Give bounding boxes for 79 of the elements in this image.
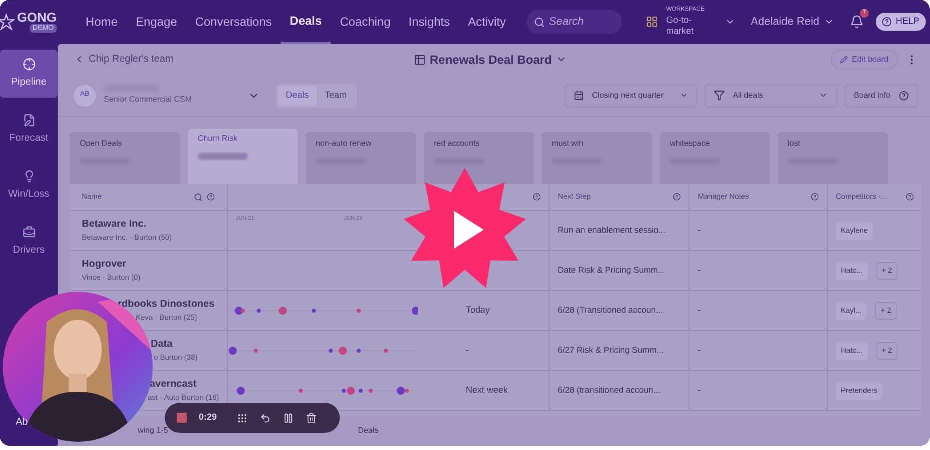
board-title: Renewals Deal Board <box>430 52 552 68</box>
board-card[interactable]: lost <box>778 132 888 184</box>
manager-note: - <box>698 304 701 317</box>
manager-note: - <box>698 264 701 277</box>
board-card[interactable]: must win <box>542 132 652 184</box>
help-icon <box>882 17 892 27</box>
sidebar-item[interactable]: Pipeline <box>0 50 58 98</box>
nav-tab[interactable]: Engage <box>126 0 186 44</box>
filter-dropdown[interactable]: All deals <box>705 84 838 108</box>
deal-name: Hogrover <box>82 258 128 272</box>
nav-tab[interactable]: Activity <box>459 0 516 44</box>
search-icon <box>534 17 546 28</box>
pencil-icon <box>840 56 848 64</box>
pagination-text: wing 1-5 <box>138 425 168 437</box>
board-card[interactable]: red accounts <box>424 132 534 184</box>
board-info-button[interactable]: Board info <box>845 84 918 108</box>
view-tab[interactable]: Deals <box>278 86 318 106</box>
help-icon <box>906 193 914 201</box>
sidebar-icon <box>22 114 36 127</box>
chevron-icon <box>819 91 828 100</box>
next-step-text: 6/28 (Transitioned accoun... <box>558 304 664 317</box>
deal-name: averncast <box>150 378 198 392</box>
logo-icon <box>0 14 15 30</box>
help-icon <box>673 193 681 201</box>
grip-icon <box>237 412 248 424</box>
due-text: Today <box>466 304 490 317</box>
nav-tab[interactable]: Home <box>76 0 127 44</box>
bell-icon <box>850 15 864 29</box>
view-tab[interactable]: Team <box>317 86 356 106</box>
edit-board-button[interactable]: Edit board <box>831 50 898 69</box>
sidebar-icon <box>22 226 36 239</box>
sidebar-icon <box>22 170 36 183</box>
next-step-text: Date Risk & Pricing Summ... <box>558 264 666 277</box>
nav-tab[interactable]: Conversations <box>186 0 282 44</box>
trash-icon <box>306 412 318 424</box>
board-icon <box>414 54 426 66</box>
manager-note: - <box>698 384 701 397</box>
help-icon <box>898 90 909 100</box>
filter-icon <box>714 90 726 101</box>
chevron-icon <box>680 91 688 100</box>
due-text: Next week <box>466 384 508 397</box>
sidebar-item[interactable]: Forecast <box>0 106 58 154</box>
workspace-value: Go-to-market <box>666 14 695 37</box>
nav-tab[interactable]: Insights <box>400 0 460 44</box>
next-step-text: Run an enablement sessio... <box>558 224 666 237</box>
workspace-icon <box>646 15 658 29</box>
nav-tab[interactable]: Coaching <box>331 0 400 44</box>
search-field[interactable]: Search <box>527 10 622 34</box>
filter-dropdown[interactable]: Closing next quarter <box>565 84 698 108</box>
next-step-text: 6/28 (transitioned accoun... <box>558 384 661 397</box>
owner-role: Senior Commercial CSM <box>104 94 194 106</box>
help-icon <box>811 193 819 201</box>
board-card[interactable]: non-auto renew <box>306 132 416 184</box>
user-name: Adelaide Reid <box>751 14 820 30</box>
board-card[interactable]: Churn Risk <box>188 129 298 184</box>
manager-note: - <box>698 224 701 237</box>
board-card[interactable]: whitespace <box>660 132 770 184</box>
logo-text: GONG <box>17 11 57 24</box>
help-button[interactable]: HELP <box>876 13 926 31</box>
help-icon <box>207 193 215 201</box>
deal-name: Betaware Inc. <box>82 218 148 232</box>
board-card[interactable]: Open Deals <box>70 132 180 184</box>
back-link[interactable]: Chip Regler's team <box>74 52 414 67</box>
undo-icon <box>260 412 272 424</box>
deal-name: rdbooks Dinostones <box>118 298 216 312</box>
deal-name: Data <box>151 338 174 352</box>
sidebar-item[interactable]: Win/Loss <box>0 162 58 210</box>
sidebar-footer-text: Ab <box>16 416 28 430</box>
next-step-text: 6/27 Risk & Pricing Summ... <box>558 344 664 357</box>
search-icon <box>194 192 203 202</box>
manager-note: - <box>698 344 701 357</box>
sidebar-item[interactable]: Drivers <box>0 218 58 266</box>
calendar-icon <box>574 90 584 101</box>
footer-label: Deals <box>358 425 379 437</box>
due-text: - <box>466 344 469 357</box>
sidebar-icon <box>22 58 36 71</box>
recording-time: 0:29 <box>199 411 218 424</box>
pause-icon <box>283 412 294 424</box>
help-icon <box>533 193 541 201</box>
